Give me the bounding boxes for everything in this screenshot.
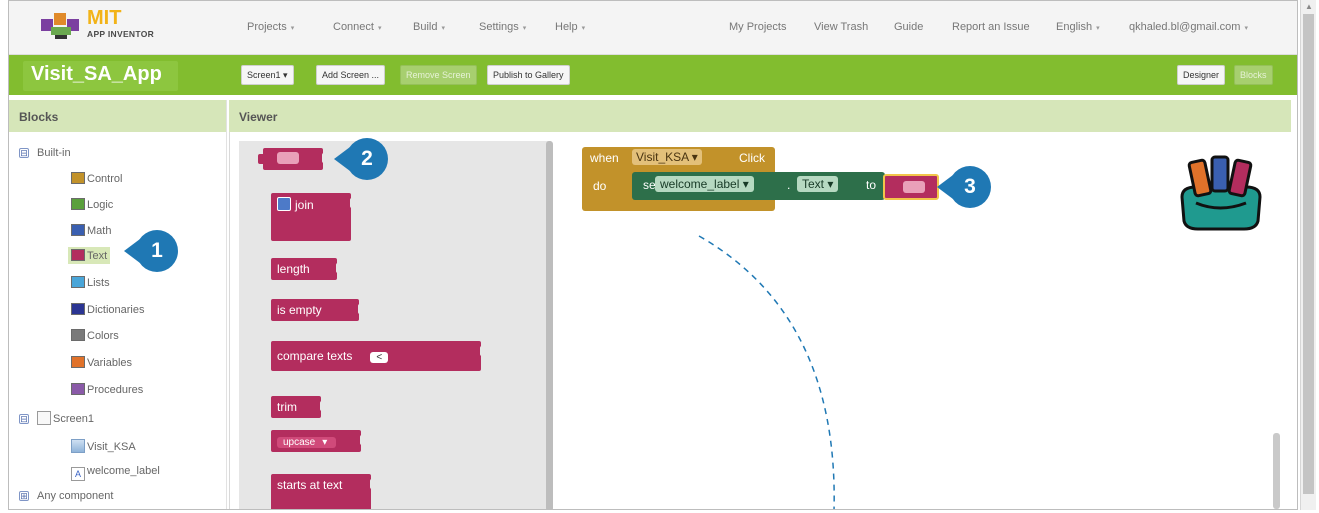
workspace-scrollbar[interactable] [1273, 433, 1280, 509]
property-dropdown[interactable]: Text ▾ [797, 176, 839, 192]
component-dropdown[interactable]: Visit_KSA ▾ [632, 149, 702, 165]
button-component-icon [71, 439, 85, 453]
link-view-trash[interactable]: View Trash [814, 21, 868, 33]
drawer-dictionaries[interactable]: Dictionaries [71, 303, 144, 316]
project-toolbar [9, 55, 1297, 95]
control-swatch-icon [71, 172, 85, 184]
publish-gallery-button[interactable]: Publish to Gallery [487, 65, 570, 85]
link-guide[interactable]: Guide [894, 21, 923, 33]
quote-icon [277, 152, 299, 164]
mutator-gear-icon[interactable] [277, 197, 291, 211]
drawer-control[interactable]: Control [71, 172, 122, 185]
trim-block[interactable]: trim [271, 396, 327, 418]
procedures-swatch-icon [71, 383, 85, 395]
component-visit-ksa[interactable]: Visit_KSA [71, 439, 136, 453]
add-screen-button[interactable]: Add Screen ... [316, 65, 386, 85]
when-keyword: when [590, 151, 619, 165]
compare-texts-block[interactable]: compare texts < [271, 341, 487, 371]
drawer-colors[interactable]: Colors [71, 329, 119, 342]
starts-at-block[interactable]: starts at text [271, 474, 377, 509]
page-scrollbar[interactable]: ▲ [1300, 0, 1316, 510]
chevron-down-icon: ▾ [441, 25, 445, 32]
project-name: Visit_SA_App [23, 61, 178, 91]
app-inventor-window: MIT APP INVENTOR Projects ▾ Connect ▾ Buil… [8, 0, 1298, 510]
callout-3: 3 [937, 166, 991, 208]
event-name: Click [739, 151, 765, 165]
is-empty-block[interactable]: is empty [271, 299, 365, 321]
variables-swatch-icon [71, 356, 85, 368]
quote-icon [903, 181, 925, 193]
drawer-variables[interactable]: Variables [71, 356, 132, 369]
chevron-down-icon: ▾ [581, 25, 586, 32]
designer-button[interactable]: Designer [1177, 65, 1226, 85]
logic-swatch-icon [71, 198, 85, 210]
link-my-projects[interactable]: My Projects [729, 21, 786, 33]
logo-cubes-icon [41, 13, 79, 39]
drawer-text[interactable]: Text [68, 247, 111, 264]
collapse-icon[interactable]: ⊟ [19, 148, 29, 158]
dictionaries-swatch-icon [71, 303, 85, 315]
component-welcome-label[interactable]: Awelcome_label [71, 465, 160, 481]
chevron-down-icon: ▾ [319, 437, 331, 448]
empty-text-block[interactable] [258, 148, 329, 170]
to-keyword: to [866, 178, 877, 192]
logo-product: APP INVENTOR [87, 29, 155, 39]
menu-help[interactable]: Help ▾ [555, 21, 585, 33]
target-component-dropdown[interactable]: welcome_label ▾ [655, 176, 754, 192]
drawer-procedures[interactable]: Procedures [71, 383, 143, 396]
chevron-down-icon: ▾ [1244, 25, 1248, 32]
logo-brand: MIT [87, 7, 122, 29]
menu-account[interactable]: qkhaled.bl@gmail.com ▾ [1129, 21, 1248, 33]
tree-screen1[interactable]: ⊟ Screen1 [19, 411, 94, 425]
scroll-up-icon[interactable]: ▲ [1305, 2, 1313, 11]
flyout-scrollbar[interactable] [546, 141, 553, 509]
menu-connect[interactable]: Connect ▾ [333, 21, 382, 33]
case-dropdown[interactable]: upcase ▾ [277, 437, 337, 448]
chevron-down-icon: ▾ [1096, 25, 1100, 32]
callout-1: 1 [124, 230, 178, 272]
expand-icon[interactable]: ⊞ [19, 491, 29, 501]
menu-build[interactable]: Build ▾ [413, 21, 445, 33]
attached-empty-text-block[interactable] [883, 174, 939, 200]
colors-swatch-icon [71, 329, 85, 341]
math-swatch-icon [71, 224, 85, 236]
blocks-button[interactable]: Blocks [1234, 65, 1273, 85]
app-inventor-logo[interactable]: MIT APP INVENTOR [39, 7, 189, 47]
dot-separator: . [787, 178, 791, 192]
drawer-logic[interactable]: Logic [71, 198, 113, 211]
operator-dropdown[interactable]: < [370, 352, 389, 363]
blocks-panel-title: Blocks [9, 100, 226, 132]
drawer-lists[interactable]: Lists [71, 276, 110, 289]
menu-projects[interactable]: Projects ▾ [247, 21, 294, 33]
label-component-icon: A [71, 467, 85, 481]
tree-any-component[interactable]: ⊞ Any component [19, 490, 113, 502]
link-report-issue[interactable]: Report an Issue [952, 21, 1030, 33]
menu-settings[interactable]: Settings ▾ [479, 21, 526, 33]
chevron-down-icon: ▾ [522, 25, 527, 32]
annotation-dashed-arrow [698, 235, 835, 509]
length-block[interactable]: length [271, 258, 343, 280]
tree-builtin[interactable]: ⊟ Built-in [19, 147, 71, 159]
lists-swatch-icon [71, 276, 85, 288]
collapse-icon[interactable]: ⊟ [19, 414, 29, 424]
chevron-down-icon: ▾ [290, 25, 295, 32]
menu-language[interactable]: English ▾ [1056, 21, 1100, 33]
remove-screen-button[interactable]: Remove Screen [400, 65, 477, 85]
chevron-down-icon: ▾ [377, 25, 382, 32]
top-navigation-bar: MIT APP INVENTOR Projects ▾ Connect ▾ Buil… [9, 1, 1297, 55]
do-keyword: do [593, 179, 607, 193]
callout-2: 2 [334, 138, 388, 180]
screen-select[interactable]: Screen1 ▾ [241, 65, 294, 85]
join-block[interactable]: join [271, 193, 357, 241]
text-swatch-icon [71, 249, 85, 261]
upcase-block[interactable]: upcase ▾ [271, 430, 367, 452]
backpack-icon[interactable] [1174, 151, 1268, 231]
viewer-title: Viewer [229, 100, 1291, 132]
drawer-math[interactable]: Math [71, 224, 111, 237]
screen-icon [37, 411, 51, 425]
